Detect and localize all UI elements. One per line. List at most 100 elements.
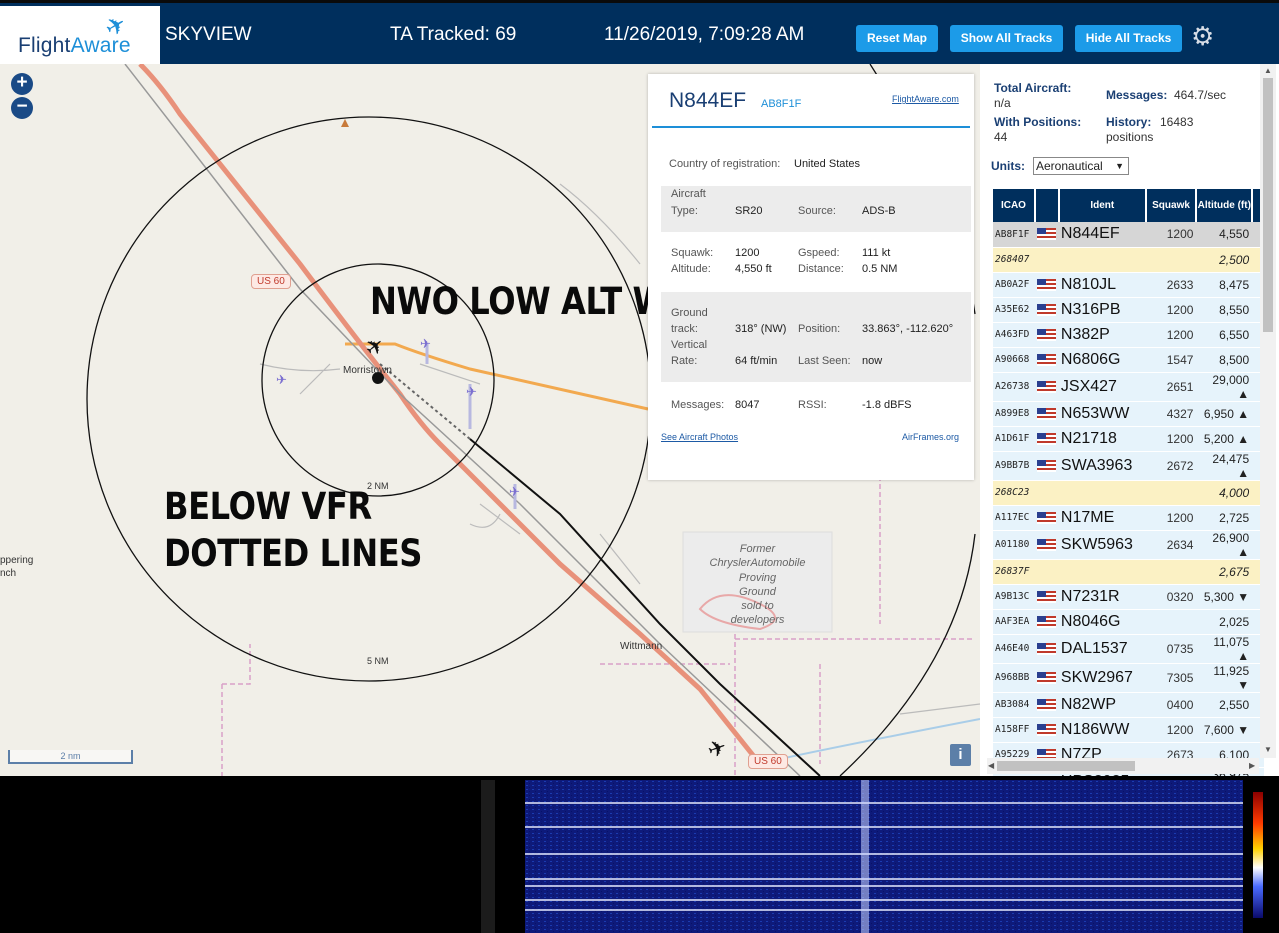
col-squawk[interactable]: Squawk xyxy=(1145,189,1198,222)
aircraft-panel: Total Aircraft: n/a With Positions: 44 M… xyxy=(980,64,1279,776)
horizontal-scrollbar[interactable]: ◀ ▶ xyxy=(987,758,1259,774)
table-row[interactable]: A9B13C N7231R 0320 5,300 ▼ xyxy=(993,584,1264,610)
type-value: SR20 xyxy=(735,205,763,217)
table-row[interactable]: A26738 JSX427 2651 29,000 ▲ xyxy=(993,372,1264,402)
table-row[interactable]: 268407 2,500 xyxy=(993,247,1264,273)
aircraft-icon[interactable]: ✈ xyxy=(509,484,520,500)
aircraft-icon[interactable]: ✈ xyxy=(276,372,287,388)
table-row[interactable]: A899E8 N653WW 4327 6,950 ▲ xyxy=(993,401,1264,427)
units-selected-value: Aeronautical xyxy=(1036,159,1103,173)
popup-ident: N844EF xyxy=(669,89,747,112)
row-altitude: 6,550 xyxy=(1196,322,1253,348)
row-icao: A158FF xyxy=(993,717,1035,743)
col-flag[interactable] xyxy=(1034,189,1060,222)
waterfall-line xyxy=(525,853,1243,855)
scroll-right-icon[interactable]: ▶ xyxy=(1249,761,1255,770)
logo-text-aware: Aware xyxy=(70,34,131,57)
scroll-up-icon[interactable]: ▲ xyxy=(1264,66,1272,75)
aircraft-photos-link[interactable]: See Aircraft Photos xyxy=(661,432,738,442)
col-ident[interactable]: Ident xyxy=(1058,189,1147,222)
total-aircraft-label: Total Aircraft: xyxy=(994,81,1072,95)
airframes-link[interactable]: AirFrames.org xyxy=(902,432,959,442)
us-flag-icon xyxy=(1036,671,1056,684)
annotation-dotted-lines: DOTTED LINES xyxy=(164,532,423,575)
row-squawk: 2633 xyxy=(1145,272,1197,298)
row-flag xyxy=(1034,692,1059,718)
zoom-in-button[interactable]: + xyxy=(11,73,33,95)
row-icao: A968BB xyxy=(993,663,1035,693)
table-row[interactable]: AB0A2F N810JL 2633 8,475 xyxy=(993,272,1264,298)
row-flag xyxy=(1034,272,1059,298)
us-flag-icon xyxy=(1036,228,1056,241)
vertical-scrollbar[interactable]: ▲ ▼ xyxy=(1260,64,1276,758)
table-row[interactable]: A463FD N382P 1200 6,550 xyxy=(993,322,1264,348)
row-altitude: 5,200 ▲ xyxy=(1196,426,1253,452)
row-squawk: 1200 xyxy=(1145,222,1197,248)
aircraft-table: ICAO Ident Squawk Altitude (ft) AB8F1F N8… xyxy=(993,189,1265,776)
rssi-value: -1.8 dBFS xyxy=(862,399,912,411)
row-altitude: 4,550 xyxy=(1196,222,1253,248)
table-row[interactable]: AB8F1F N844EF 1200 4,550 xyxy=(993,222,1264,248)
row-flag xyxy=(1034,559,1059,585)
table-row[interactable]: A35E62 N316PB 1200 8,550 xyxy=(993,297,1264,323)
flightaware-logo[interactable]: ✈ FlightAware xyxy=(0,6,160,64)
aircraft-icon[interactable]: ✈ xyxy=(420,336,431,352)
row-flag xyxy=(1034,530,1059,560)
orange-route xyxy=(345,342,649,411)
table-row[interactable]: AB3084 N82WP 0400 2,550 xyxy=(993,692,1264,718)
row-altitude: 2,675 xyxy=(1196,559,1253,585)
row-altitude: 2,550 xyxy=(1196,692,1253,718)
us-flag-icon xyxy=(1036,615,1056,628)
row-flag xyxy=(1034,297,1059,323)
gear-icon[interactable]: ⚙ xyxy=(1191,21,1214,52)
hide-all-tracks-button[interactable]: Hide All Tracks xyxy=(1075,25,1182,52)
table-row[interactable]: 268C23 4,000 xyxy=(993,480,1264,506)
scroll-left-icon[interactable]: ◀ xyxy=(988,761,994,770)
table-row[interactable]: A90668 N6806G 1547 8,500 xyxy=(993,347,1264,373)
table-row[interactable]: A01180 SKW5963 2634 26,900 ▲ xyxy=(993,530,1264,560)
flightaware-link[interactable]: FlightAware.com xyxy=(892,94,959,104)
row-icao: A46E40 xyxy=(993,634,1035,664)
table-row[interactable]: A158FF N186WW 1200 7,600 ▼ xyxy=(993,717,1264,743)
info-button[interactable]: i xyxy=(950,744,971,766)
table-row[interactable]: A117EC N17ME 1200 2,725 xyxy=(993,505,1264,531)
row-flag xyxy=(1034,584,1059,610)
place-label: ppering xyxy=(0,555,34,566)
place-label: nch xyxy=(0,568,17,579)
show-all-tracks-button[interactable]: Show All Tracks xyxy=(950,25,1063,52)
row-altitude: 8,475 xyxy=(1196,272,1253,298)
us-flag-icon xyxy=(1036,590,1056,603)
row-ident xyxy=(1058,247,1146,273)
total-aircraft-value: n/a xyxy=(994,96,1011,110)
zoom-out-button[interactable]: − xyxy=(11,97,33,119)
aircraft-icon[interactable]: ✈ xyxy=(466,384,477,400)
squawk-value: 1200 xyxy=(735,247,760,259)
row-altitude: 11,075 ▲ xyxy=(1196,634,1253,664)
clock: 11/26/2019, 7:09:28 AM xyxy=(604,24,805,45)
table-row[interactable]: A46E40 DAL1537 0735 11,075 ▲ xyxy=(993,634,1264,664)
scroll-down-icon[interactable]: ▼ xyxy=(1264,745,1272,754)
scroll-thumb[interactable] xyxy=(997,761,1135,771)
row-squawk: 7305 xyxy=(1145,663,1197,693)
row-ident: SKW5963 xyxy=(1058,530,1146,560)
row-altitude: 11,925 ▼ xyxy=(1196,663,1253,693)
us-flag-icon xyxy=(1036,642,1056,655)
units-select[interactable]: Aeronautical ▼ xyxy=(1033,157,1129,175)
table-row[interactable]: A9BB7B SWA3963 2672 24,475 ▲ xyxy=(993,451,1264,481)
country-label: Country of registration: xyxy=(669,158,781,170)
row-icao: 268407 xyxy=(993,247,1035,273)
col-icao[interactable]: ICAO xyxy=(993,189,1036,222)
col-altitude[interactable]: Altitude (ft) xyxy=(1196,189,1254,222)
row-icao: 26837F xyxy=(993,559,1035,585)
scroll-thumb[interactable] xyxy=(1263,78,1273,332)
table-row[interactable]: A1D61F N21718 1200 5,200 ▲ xyxy=(993,426,1264,452)
reset-map-button[interactable]: Reset Map xyxy=(856,25,938,52)
row-squawk: 2651 xyxy=(1145,372,1197,402)
table-row[interactable]: 26837F 2,675 xyxy=(993,559,1264,585)
position-value: 33.863°, -112.620° xyxy=(862,323,954,335)
table-row[interactable]: AAF3EA N8046G 2,025 xyxy=(993,609,1264,635)
row-altitude: 4,000 xyxy=(1196,480,1253,506)
track-label: Ground xyxy=(671,307,708,319)
row-ident: N82WP xyxy=(1058,692,1146,718)
table-row[interactable]: A968BB SKW2967 7305 11,925 ▼ xyxy=(993,663,1264,693)
